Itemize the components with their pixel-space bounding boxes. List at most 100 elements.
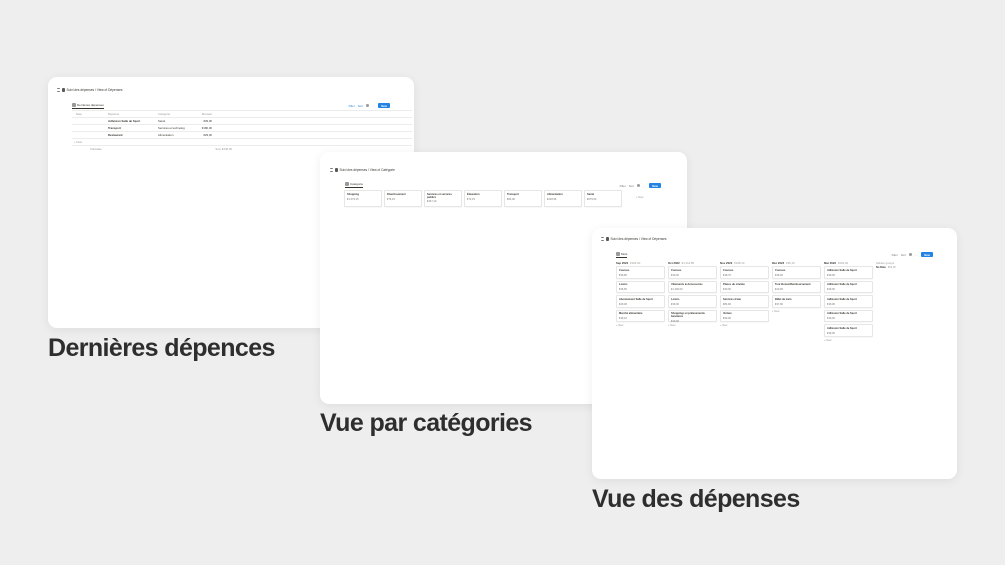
header-expense[interactable]: Dépense xyxy=(108,112,158,116)
new-row[interactable]: + New xyxy=(72,139,412,146)
table-row[interactable]: Adhésion Salle de Sport Santé €39,00 xyxy=(72,118,412,125)
view-tab-label: Mois xyxy=(621,252,628,256)
column-title: Déc 2022 xyxy=(772,261,785,265)
category-card[interactable]: Transport €82,00 xyxy=(504,190,542,207)
card-name: Loisirs xyxy=(619,283,628,286)
search-icon[interactable] xyxy=(908,252,913,257)
board-card[interactable]: Abonnement Salle de Sport €29,00 xyxy=(616,295,665,308)
menu-icon[interactable] xyxy=(57,88,60,92)
search-icon[interactable] xyxy=(636,183,641,188)
new-card-button[interactable]: + New xyxy=(616,324,665,327)
board-card[interactable]: Places de cinéma €30,00 xyxy=(720,280,769,293)
breadcrumb-text[interactable]: Suivi des dépenses / View of Dépenses xyxy=(611,237,667,241)
board-card[interactable]: Adhésion Salle de Sport €39,00 xyxy=(824,324,873,337)
cell-expense[interactable]: Restaurant xyxy=(108,133,158,137)
card-name: Marché alimentaire xyxy=(619,312,643,315)
column-total: €1 413,85 xyxy=(681,261,695,265)
card-name: Courses xyxy=(723,268,734,272)
menu-icon[interactable] xyxy=(330,168,333,172)
board-card[interactable]: Loisirs €39,00 xyxy=(668,295,717,308)
page-icon xyxy=(605,237,609,241)
cell-amount[interactable]: €29,00 xyxy=(198,133,212,137)
menu-icon[interactable] xyxy=(601,237,604,241)
sort-button[interactable]: Sort xyxy=(629,184,634,188)
card-name: Courses xyxy=(775,268,786,272)
board-card[interactable]: Courses €48,70 xyxy=(720,266,769,279)
presentation-canvas: { "captions": { "latest": "Dernières dép… xyxy=(0,0,1005,565)
sum-value[interactable]: Sum €248,00 xyxy=(190,147,232,151)
hidden-groups: Hidden groups No Date €52,00 xyxy=(876,261,916,342)
cell-amount[interactable]: €180,00 xyxy=(198,126,212,130)
breadcrumb-text[interactable]: Suivi des dépenses / View of Dépenses xyxy=(67,88,123,92)
table-row[interactable]: Transport Services et technolog €180,00 xyxy=(72,125,412,132)
card-name: Voiture xyxy=(723,312,732,315)
board-card[interactable]: Courses €28,40 xyxy=(772,266,821,279)
sort-button[interactable]: Sort xyxy=(358,104,363,108)
cell-expense[interactable]: Transport xyxy=(108,126,158,130)
category-card[interactable]: Divertissement €76,15 xyxy=(384,190,422,207)
board-column: Oct 2022 €1 413,85 Courses €30,00 Vêtement… xyxy=(668,261,717,342)
category-gallery: Shopping €1 079,15 Divertissement €76,15 S… xyxy=(344,190,662,207)
cell-category[interactable]: Santé xyxy=(158,119,198,123)
table-row[interactable]: Restaurant Alimentation €29,00 xyxy=(72,132,412,139)
filter-button[interactable]: Filter xyxy=(892,253,898,257)
board-card[interactable]: Marché alimentaire €39,10 xyxy=(616,309,665,322)
view-tab[interactable]: Mois xyxy=(616,252,628,258)
cell-category[interactable]: Services et technolog xyxy=(158,126,198,130)
board-card[interactable]: Vêtements & Accessoires €1 200,00 xyxy=(668,280,717,293)
board-card[interactable]: Billet de train €37,90 xyxy=(772,295,821,308)
board-card[interactable]: Courses €30,00 xyxy=(668,266,717,279)
category-card[interactable]: Santé €679,00 xyxy=(584,190,622,207)
column-total: €262,00 xyxy=(837,261,849,265)
cell-category[interactable]: Alimentation xyxy=(158,133,198,137)
hidden-group-item[interactable]: No Date €52,00 xyxy=(876,266,916,270)
category-card[interactable]: Services et services publics €347,10 xyxy=(424,190,462,207)
sort-button[interactable]: Sort xyxy=(901,253,906,257)
header-category[interactable]: Catégorie xyxy=(158,112,198,116)
board-card[interactable]: Courses €36,80 xyxy=(616,266,665,279)
category-name: Éducation xyxy=(467,193,480,196)
category-card[interactable]: Shopping €1 079,15 xyxy=(344,190,382,207)
board-card[interactable]: Tour Bonus/Remboursement €20,00 xyxy=(772,280,821,293)
board-card[interactable]: Adhésion Salle de Sport €39,00 xyxy=(824,295,873,308)
category-card[interactable]: Alimentation €218,96 xyxy=(544,190,582,207)
board-card[interactable]: Services d'eau €84,90 xyxy=(720,295,769,308)
view-tab[interactable]: Dernières dépenses xyxy=(72,103,104,109)
board-card[interactable]: Voiture €90,00 xyxy=(720,309,769,322)
filter-button[interactable]: Filter xyxy=(620,184,626,188)
more-icon[interactable]: ··· xyxy=(372,104,375,108)
card-amount: €28,40 xyxy=(775,273,783,277)
new-card-button[interactable]: + New xyxy=(772,310,821,313)
new-card-button[interactable]: + New xyxy=(668,324,717,327)
new-button[interactable]: New xyxy=(378,103,390,109)
more-icon[interactable]: ··· xyxy=(643,184,646,188)
card-amount: €1 200,00 xyxy=(671,288,683,291)
toolbar: Filter Sort ··· New xyxy=(349,103,390,109)
card-amount: €90,00 xyxy=(723,317,731,320)
new-button[interactable]: New xyxy=(921,252,933,258)
view-tab[interactable]: Catégorie xyxy=(345,182,364,188)
header-amount[interactable]: Montant xyxy=(198,112,212,116)
new-card-button[interactable]: + New xyxy=(720,324,769,327)
board-card[interactable]: Adhésion Salle de Sport €39,00 xyxy=(824,309,873,322)
board-card[interactable]: Shoppings et prélevements bancaires €40,0… xyxy=(668,309,717,323)
more-icon[interactable]: ··· xyxy=(915,253,918,257)
header-date[interactable]: Date xyxy=(72,112,108,116)
breadcrumb: Suivi des dépenses / View of Catégorie xyxy=(330,168,395,172)
breadcrumb-text[interactable]: Suivi des dépenses / View of Catégorie xyxy=(340,168,395,172)
search-icon[interactable] xyxy=(365,103,370,108)
calculate-label[interactable]: Calculate xyxy=(72,147,190,151)
cell-amount[interactable]: €39,00 xyxy=(198,119,212,123)
cell-expense[interactable]: Adhésion Salle de Sport xyxy=(108,119,158,123)
category-name: Services et services publics xyxy=(427,193,452,199)
category-name: Divertissement xyxy=(387,193,406,196)
new-category-button[interactable]: + New xyxy=(624,190,662,207)
filter-button[interactable]: Filter xyxy=(349,104,355,108)
board-card[interactable]: Adhésion Salle de Sport €39,00 xyxy=(824,266,873,279)
board-card[interactable]: Loisirs €36,50 xyxy=(616,280,665,293)
category-card[interactable]: Éducation €72,15 xyxy=(464,190,502,207)
category-amount: €72,15 xyxy=(467,197,475,201)
new-card-button[interactable]: + New xyxy=(824,339,873,342)
new-button[interactable]: New xyxy=(649,183,661,189)
board-card[interactable]: Adhésion Salle de Sport €39,00 xyxy=(824,280,873,293)
